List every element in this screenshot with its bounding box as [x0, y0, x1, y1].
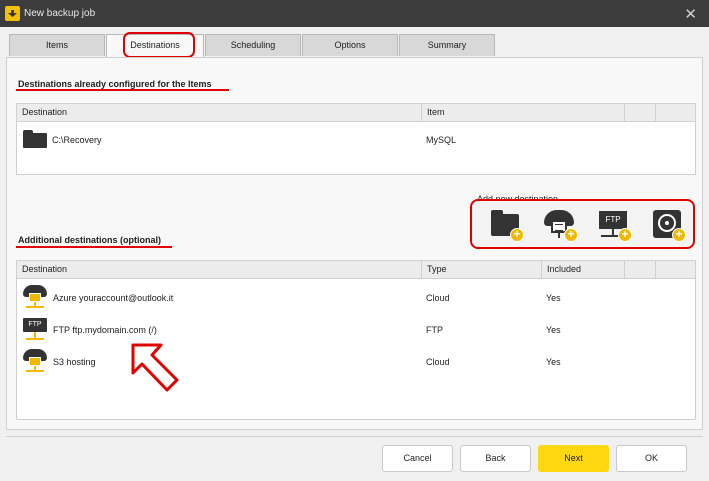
heading-underline	[16, 89, 229, 91]
tab-scheduling[interactable]: Scheduling	[205, 34, 301, 56]
window-title: New backup job	[24, 8, 96, 19]
title-bar: New backup job ✕	[0, 0, 709, 27]
tab-summary[interactable]: Summary	[399, 34, 495, 56]
destination-cell: S3 hosting	[53, 357, 96, 367]
app-icon	[5, 6, 20, 21]
add-ftp-destination-button[interactable]: FTP +	[596, 208, 632, 242]
add-cloud-destination-button[interactable]: +	[542, 208, 578, 242]
tab-items[interactable]: Items	[9, 34, 105, 56]
tab-options[interactable]: Options	[302, 34, 398, 56]
grid-header: Destination Item	[17, 104, 695, 122]
type-cell: Cloud	[426, 293, 450, 303]
cloud-icon	[22, 349, 48, 373]
plus-icon: +	[672, 228, 686, 242]
table-row[interactable]: FTP FTP ftp.mydomain.com (/) FTP Yes	[17, 314, 695, 346]
included-cell: Yes	[546, 293, 561, 303]
ok-button[interactable]: OK	[616, 445, 687, 472]
column-header-destination[interactable]: Destination	[17, 261, 422, 278]
back-button[interactable]: Back	[460, 445, 531, 472]
column-header-included[interactable]: Included	[542, 261, 625, 278]
add-destination-toolbar: + + FTP + +	[470, 199, 695, 249]
type-cell: FTP	[426, 325, 443, 335]
tab-destinations[interactable]: Destinations	[106, 34, 204, 58]
add-folder-destination-button[interactable]: +	[488, 208, 524, 242]
additional-destinations-grid: Destination Type Included Azure youracco…	[16, 260, 696, 420]
destinations-panel: Destinations already configured for the …	[6, 57, 703, 430]
included-cell: Yes	[546, 357, 561, 367]
ftp-icon: FTP	[23, 318, 49, 344]
plus-icon: +	[564, 228, 578, 242]
column-header-destination[interactable]: Destination	[17, 104, 422, 121]
table-row[interactable]: Azure youraccount@outlook.it Cloud Yes	[17, 282, 695, 314]
table-row[interactable]: C:\Recovery MySQL	[17, 124, 695, 154]
cloud-icon	[22, 285, 48, 309]
column-header-empty	[625, 261, 656, 278]
destination-cell: Azure youraccount@outlook.it	[53, 293, 174, 303]
item-cell: MySQL	[426, 135, 457, 145]
type-cell: Cloud	[426, 357, 450, 367]
column-header-empty	[625, 104, 656, 121]
column-header-item[interactable]: Item	[422, 104, 625, 121]
folder-icon	[23, 130, 47, 148]
heading-underline	[16, 246, 172, 248]
annotation-arrow	[131, 343, 179, 392]
additional-heading: Additional destinations (optional)	[18, 235, 161, 245]
footer-divider	[6, 436, 703, 437]
cancel-button[interactable]: Cancel	[382, 445, 453, 472]
close-icon[interactable]: ✕	[684, 5, 697, 23]
plus-icon: +	[510, 228, 524, 242]
configured-heading: Destinations already configured for the …	[18, 79, 212, 89]
destination-cell: FTP ftp.mydomain.com (/)	[53, 325, 157, 335]
next-button[interactable]: Next	[538, 445, 609, 472]
included-cell: Yes	[546, 325, 561, 335]
configured-destinations-grid: Destination Item C:\Recovery MySQL	[16, 103, 696, 175]
plus-icon: +	[618, 228, 632, 242]
grid-header: Destination Type Included	[17, 261, 695, 279]
add-disk-destination-button[interactable]: +	[650, 208, 686, 242]
destination-cell: C:\Recovery	[52, 135, 102, 145]
column-header-type[interactable]: Type	[422, 261, 542, 278]
table-row[interactable]: S3 hosting Cloud Yes	[17, 346, 695, 378]
